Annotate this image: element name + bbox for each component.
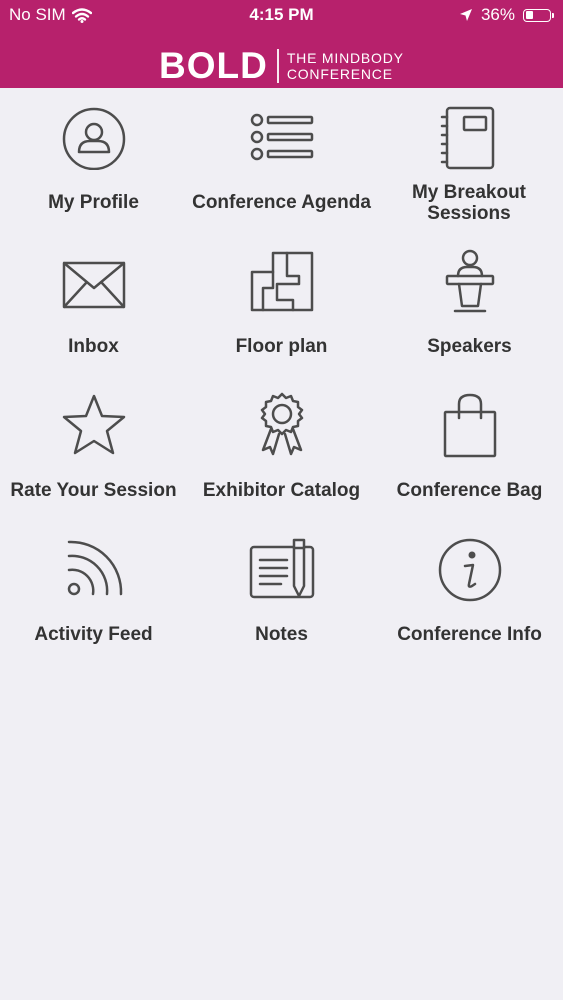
menu-item-label: Inbox xyxy=(68,336,119,357)
info-icon xyxy=(438,538,502,602)
battery-fill xyxy=(525,11,534,19)
logo-divider xyxy=(276,49,279,83)
menu-item-label: Notes xyxy=(255,624,308,645)
menu-item-exhibitor-catalog[interactable]: Exhibitor Catalog xyxy=(188,376,375,516)
battery-percent: 36% xyxy=(480,5,515,24)
menu-item-notes[interactable]: Notes xyxy=(188,520,375,660)
logo-line-1: THE MINDBODY xyxy=(286,50,404,66)
status-bar: No SIM 4:15 PM 36% xyxy=(0,0,563,30)
battery-icon xyxy=(523,8,554,22)
menu-item-label: Conference Bag xyxy=(396,480,543,501)
award-ribbon-icon xyxy=(260,392,304,456)
menu-item-label: Conference Info xyxy=(397,624,542,645)
menu-item-label: Floor plan xyxy=(235,336,328,357)
menu-item-conference-bag[interactable]: Conference Bag xyxy=(376,376,563,516)
status-right: 36% xyxy=(459,5,554,25)
logo-line-2: CONFERENCE xyxy=(286,66,393,82)
menu-item-activity-feed[interactable]: Activity Feed xyxy=(0,520,187,660)
menu-item-label: Speakers xyxy=(427,336,512,357)
star-icon xyxy=(62,394,126,455)
menu-item-label: Rate Your Session xyxy=(10,480,177,501)
menu-item-rate-your-session[interactable]: Rate Your Session xyxy=(0,376,187,516)
notes-pen-icon xyxy=(249,538,315,599)
menu-item-label: My Breakout Sessions xyxy=(411,182,527,224)
menu-item-my-profile[interactable]: My Profile xyxy=(0,88,187,228)
menu-item-label: My Profile xyxy=(48,192,139,213)
logo-main-text: BOLD xyxy=(159,45,268,86)
menu-item-speakers[interactable]: Speakers xyxy=(376,232,563,372)
location-arrow-icon xyxy=(459,9,472,21)
shopping-bag-icon xyxy=(443,393,497,458)
menu-item-conference-agenda[interactable]: Conference Agenda xyxy=(188,88,375,228)
profile-icon xyxy=(62,107,126,170)
menu-item-conference-info[interactable]: Conference Info xyxy=(376,520,563,660)
logo-subtitle: THE MINDBODY CONFERENCE xyxy=(287,50,404,82)
menu-item-inbox[interactable]: Inbox xyxy=(0,232,187,372)
conference-logo: BOLD THE MINDBODY CONFERENCE xyxy=(159,46,404,86)
floor-plan-icon xyxy=(250,251,314,312)
menu-item-floor-plan[interactable]: Floor plan xyxy=(188,232,375,372)
notebook-icon xyxy=(440,106,495,170)
menu-item-label: Conference Agenda xyxy=(192,192,371,213)
rss-feed-icon xyxy=(67,540,123,596)
menu-item-label: Exhibitor Catalog xyxy=(202,480,361,501)
menu-item-my-breakout-sessions[interactable]: My Breakout Sessions xyxy=(376,88,563,228)
envelope-icon xyxy=(62,261,126,309)
agenda-list-icon xyxy=(250,113,314,161)
app-header: No SIM 4:15 PM 36% BOLD THE MINDBODY CON… xyxy=(0,0,563,88)
menu-item-label: Activity Feed xyxy=(34,624,153,645)
speaker-podium-icon xyxy=(445,249,495,313)
battery-tip xyxy=(552,13,554,18)
